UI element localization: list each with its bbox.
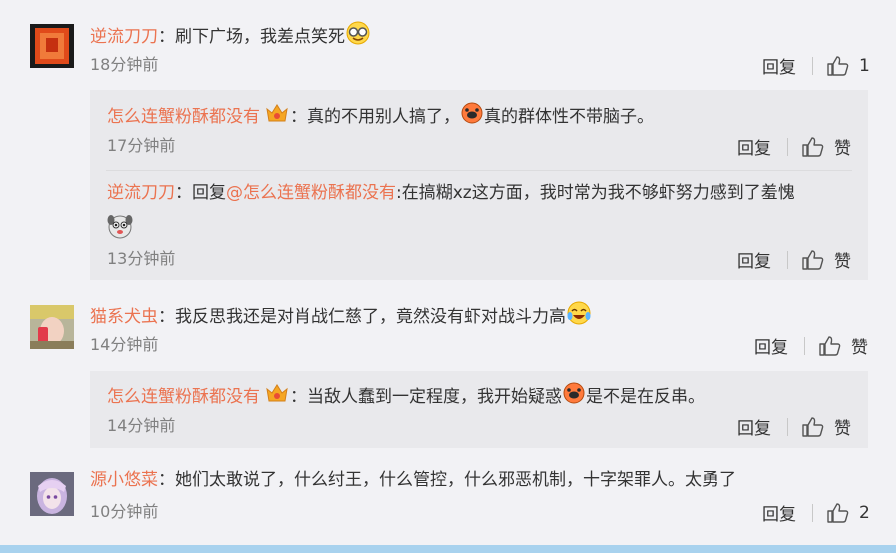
reply-actions: 回复 赞 <box>737 414 851 439</box>
comment-text-line: 逆流刀刀：刷下广场，我差点笑死 <box>90 20 371 54</box>
crown-badge-icon <box>264 381 290 413</box>
divider <box>787 417 788 436</box>
reply-username[interactable]: 逆流刀刀 <box>107 183 175 203</box>
reply-text-line: 怎么连蟹粉酥都没有 ：当敌人蠢到一定程度，我开始疑惑 是不是在反串。 <box>107 381 705 413</box>
crown-badge-icon <box>264 101 290 133</box>
reply-button[interactable]: 回复 <box>737 247 771 272</box>
reply-button[interactable]: 回复 <box>762 53 796 78</box>
laugh-tears-emoji <box>566 300 592 334</box>
comment-time: 14分钟前 <box>90 335 159 354</box>
divider <box>812 56 813 75</box>
like-button-label[interactable]: 赞 <box>834 247 851 272</box>
comment-username[interactable]: 源小悠菜 <box>90 470 158 490</box>
comment-actions: 回复 2 <box>762 500 870 526</box>
divider <box>804 336 805 355</box>
pig-face-emoji <box>562 381 586 413</box>
like-button-label[interactable]: 赞 <box>834 414 851 439</box>
comment-actions: 回复 1 <box>762 53 870 79</box>
reply-text: 当敌人蠢到一定程度，我开始疑惑 <box>307 387 562 407</box>
reply-button[interactable]: 回复 <box>737 414 771 439</box>
reply-text: 真的不用别人搞了， <box>307 107 460 127</box>
divider <box>812 503 813 522</box>
thumbs-up-icon[interactable] <box>827 502 849 523</box>
reply-username[interactable]: 怎么连蟹粉酥都没有 <box>107 387 260 407</box>
comment-actions: 回复 赞 <box>754 333 868 358</box>
comment-text: 刷下广场，我差点笑死 <box>175 27 345 47</box>
like-count[interactable]: 2 <box>859 503 870 523</box>
thumbs-up-icon[interactable] <box>802 136 824 157</box>
avatar[interactable] <box>30 305 74 349</box>
thumbs-up-icon[interactable] <box>819 335 841 356</box>
reply-button[interactable]: 回复 <box>762 500 796 525</box>
pig-face-emoji <box>460 101 484 133</box>
reply-time: 17分钟前 <box>107 136 176 155</box>
reply-time: 13分钟前 <box>107 249 176 268</box>
comment-text-line: 源小悠菜：她们太敢说了，什么纣王，什么管控，什么邪恶机制，十字架罪人。太勇了 <box>90 470 736 490</box>
like-button-label[interactable]: 赞 <box>851 333 868 358</box>
thumbs-up-icon[interactable] <box>827 55 849 76</box>
divider <box>787 137 788 156</box>
reply-time: 14分钟前 <box>107 416 176 435</box>
comment-text: 她们太敢说了，什么纣王，什么管控，什么邪恶机制，十字架罪人。太勇了 <box>175 470 736 490</box>
avatar[interactable] <box>30 472 74 516</box>
reply-text-end: 是不是在反串。 <box>586 387 705 407</box>
reply-divider <box>106 170 852 171</box>
reply-button[interactable]: 回复 <box>754 333 788 358</box>
dog-emoji <box>106 212 134 244</box>
avatar[interactable] <box>30 24 74 68</box>
like-button-label[interactable]: 赞 <box>834 134 851 159</box>
reply-button[interactable]: 回复 <box>737 134 771 159</box>
reply-prefix: 回复 <box>192 183 226 203</box>
reply-text-line: 怎么连蟹粉酥都没有 ：真的不用别人搞了， 真的群体性不带脑子。 <box>107 101 654 133</box>
comment-text-line: 猫系犬虫：我反思我还是对肖战仁慈了，竟然没有虾对战斗力高 <box>90 300 592 334</box>
reply-username[interactable]: 怎么连蟹粉酥都没有 <box>107 107 260 127</box>
comment-username[interactable]: 逆流刀刀 <box>90 27 158 47</box>
divider <box>787 250 788 269</box>
laugh-glasses-emoji <box>345 20 371 54</box>
reply-text-end: 真的群体性不带脑子。 <box>484 107 654 127</box>
thumbs-up-icon[interactable] <box>802 416 824 437</box>
reply-actions: 回复 赞 <box>737 134 851 159</box>
thumbs-up-icon[interactable] <box>802 249 824 270</box>
bottom-bar <box>0 545 896 553</box>
comment-username[interactable]: 猫系犬虫 <box>90 307 158 327</box>
reply-actions: 回复 赞 <box>737 247 851 272</box>
comment-text: 我反思我还是对肖战仁慈了，竟然没有虾对战斗力高 <box>175 307 566 327</box>
comment-time: 18分钟前 <box>90 55 159 74</box>
like-count[interactable]: 1 <box>859 56 870 76</box>
mention-link[interactable]: @怎么连蟹粉酥都没有 <box>226 183 396 203</box>
reply-text: :在搞糊xz这方面，我时常为我不够虾努力感到了羞愧 <box>396 183 795 203</box>
comment-time: 10分钟前 <box>90 502 159 521</box>
reply-text-line: 逆流刀刀：回复@怎么连蟹粉酥都没有:在搞糊xz这方面，我时常为我不够虾努力感到了… <box>107 183 795 203</box>
